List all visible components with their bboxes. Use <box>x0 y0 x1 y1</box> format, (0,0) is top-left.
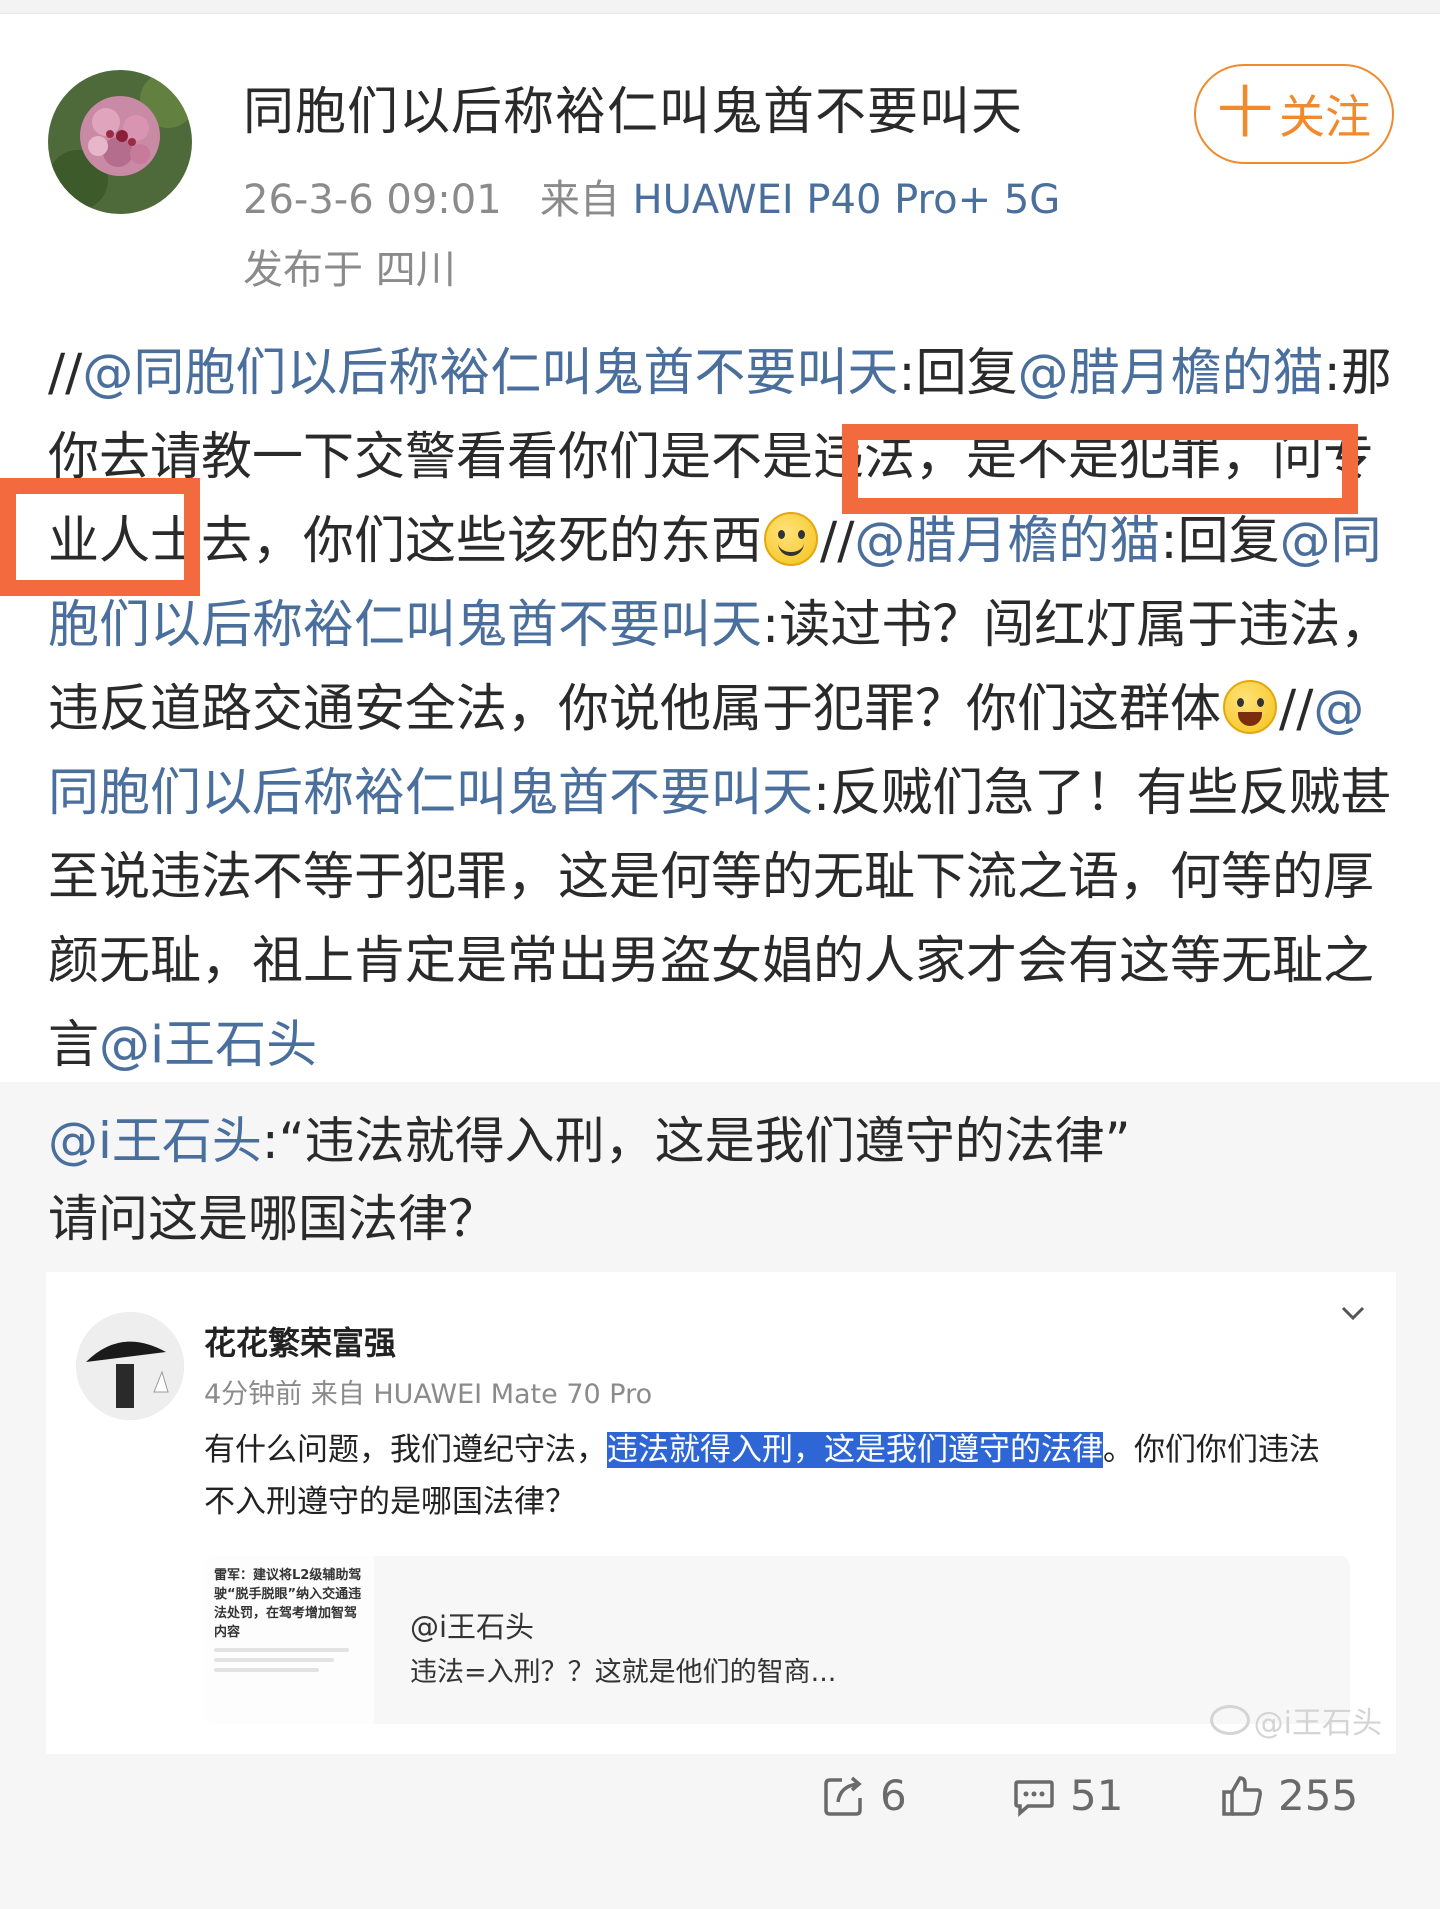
author-avatar[interactable] <box>48 70 192 214</box>
mention-link[interactable]: @腊月檐的猫 <box>854 512 1160 571</box>
retweet-mention[interactable]: @i王石头 <box>48 1112 262 1170</box>
quote-thumbnail: 雷军：建议将L2级辅助驾驶“脱手脱眼”纳入交通违法处罚，在驾考增加智驾内容 <box>204 1556 374 1724</box>
quote-snippet: 违法=入刑？？这就是他们的智商... <box>410 1657 837 1688</box>
post-text-segment: // <box>820 512 855 571</box>
retweet-section[interactable]: @i王石头:“违法就得入刑，这是我们遵守的法律” 请问这是哪国法律？ 花花繁荣富… <box>0 1082 1440 1909</box>
quote-user: @i王石头 <box>410 1610 535 1644</box>
chevron-down-icon <box>1340 1300 1366 1326</box>
retweet-question: 请问这是哪国法律？ <box>48 1190 498 1248</box>
author-name[interactable]: 同胞们以后称裕仁叫鬼酋不要叫天 <box>243 78 1023 148</box>
retweet-quote: :“违法就得入刑，这是我们遵守的法律” <box>261 1112 1131 1170</box>
source-prefix: 来自 <box>539 177 620 223</box>
follow-label: 关注 <box>1279 90 1371 144</box>
mention-link[interactable]: @同胞们以后称裕仁叫鬼酋不要叫天 <box>82 344 898 403</box>
comment-icon <box>1014 1779 1054 1817</box>
repost-icon <box>824 1776 862 1816</box>
smile-emoji-icon <box>764 512 819 566</box>
thumb-line <box>214 1668 319 1672</box>
repost-button[interactable]: 6 <box>822 1771 907 1820</box>
repost-count: 6 <box>880 1771 907 1820</box>
embed-avatar <box>76 1312 184 1420</box>
post-text-segment: // <box>48 344 83 403</box>
post-text-segment: // <box>1279 680 1314 739</box>
thumb-line <box>214 1658 334 1662</box>
post-text-segment: :回复 <box>1160 512 1280 571</box>
like-button[interactable]: 255 <box>1220 1771 1358 1820</box>
post-body: //@同胞们以后称裕仁叫鬼酋不要叫天:回复@腊月檐的猫:那你去请教一下交警看看你… <box>48 332 1408 1088</box>
watermark-text: @i王石头 <box>1253 1706 1382 1741</box>
laugh-cry-emoji-icon <box>1223 680 1278 734</box>
embedded-screenshot[interactable]: 花花繁荣富强 4分钟前 来自 HUAWEI Mate 70 Pro 有什么问题，… <box>46 1272 1396 1754</box>
embed-text: 有什么问题，我们遵纪守法，违法就得入刑，这是我们遵守的法律。你们你们违法不入刑遵… <box>204 1424 1334 1528</box>
follow-button[interactable]: 十 关注 <box>1194 64 1394 164</box>
mention-link[interactable]: @腊月檐的猫 <box>1018 344 1324 403</box>
post-time: 26-3-6 09:01 <box>243 177 502 223</box>
comment-button[interactable]: 51 <box>1012 1771 1123 1820</box>
embed-text-before: 有什么问题，我们遵纪守法， <box>204 1432 607 1468</box>
thumb-line <box>214 1648 349 1652</box>
post-device[interactable]: HUAWEI P40 Pro+ 5G <box>633 177 1061 223</box>
mention-link[interactable]: @i王石头 <box>99 1016 317 1075</box>
post-meta: 26-3-6 09:01 来自 HUAWEI P40 Pro+ 5G <box>243 172 1060 228</box>
top-divider <box>0 0 1440 14</box>
retweet-text: @i王石头:“违法就得入刑，这是我们遵守的法律” 请问这是哪国法律？ <box>48 1102 1408 1258</box>
embed-author-name: 花花繁荣富强 <box>204 1324 397 1362</box>
like-count: 255 <box>1278 1771 1359 1820</box>
thumbs-up-icon <box>1222 1775 1262 1816</box>
weibo-logo-icon <box>1209 1705 1250 1735</box>
embed-text-selected: 违法就得入刑，这是我们遵守的法律 <box>607 1432 1103 1468</box>
comment-count: 51 <box>1070 1771 1124 1820</box>
embed-meta: 4分钟前 来自 HUAWEI Mate 70 Pro <box>204 1379 653 1410</box>
weibo-watermark: @i王石头 <box>1209 1698 1382 1742</box>
post-text-segment: :回复 <box>898 344 1018 403</box>
plus-icon: 十 <box>1217 81 1273 146</box>
quote-card: 雷军：建议将L2级辅助驾驶“脱手脱眼”纳入交通违法处罚，在驾考增加智驾内容 @i… <box>204 1556 1350 1724</box>
action-bar: 6 51 255 <box>0 1771 1440 1851</box>
thumb-title: 雷军：建议将L2级辅助驾驶“脱手脱眼”纳入交通违法处罚，在驾考增加智驾内容 <box>214 1568 362 1640</box>
post-location: 发布于 四川 <box>243 247 456 293</box>
